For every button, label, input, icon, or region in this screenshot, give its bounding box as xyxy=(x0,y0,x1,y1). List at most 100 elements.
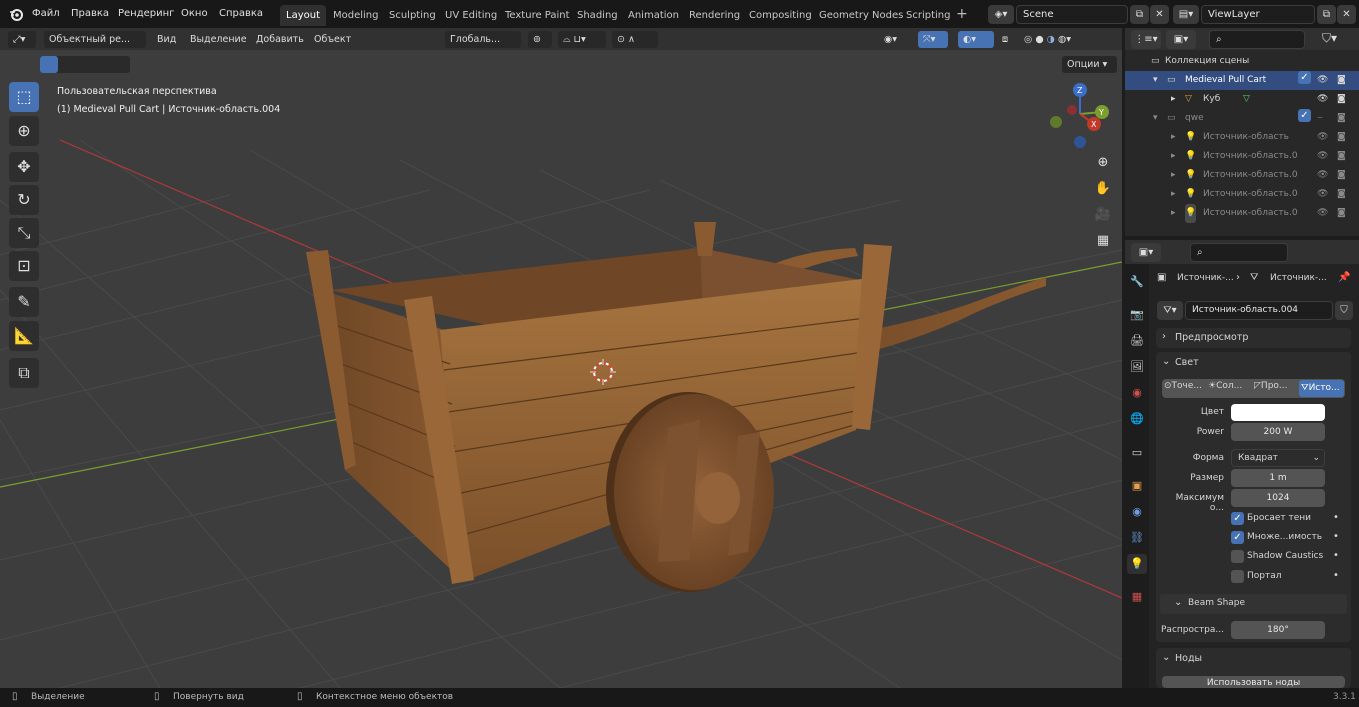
eye-icon[interactable]: 👁 xyxy=(1317,147,1328,166)
color-swatch[interactable] xyxy=(1231,404,1325,421)
add-cube-tool[interactable]: ⧉ xyxy=(9,358,39,388)
xray-icon[interactable]: ⧈ xyxy=(1002,31,1020,48)
shading-modes[interactable]: ◎ ● ◑ ◍▾ xyxy=(1024,31,1108,48)
use-nodes-button[interactable]: Использовать ноды xyxy=(1162,676,1345,688)
portal-checkbox[interactable] xyxy=(1231,570,1244,583)
camera-icon[interactable]: ◙ xyxy=(1337,204,1346,223)
world-tab-icon[interactable]: 🌐 xyxy=(1127,409,1147,429)
camera-icon[interactable]: ◙ xyxy=(1337,166,1346,185)
menu-edit[interactable]: Правка xyxy=(71,0,109,28)
3d-viewport[interactable] xyxy=(0,28,1122,688)
scene-tab-icon[interactable]: ◉ xyxy=(1127,383,1147,403)
annotate-tool[interactable]: ✎ xyxy=(9,287,39,317)
tab-shading[interactable]: Shading xyxy=(571,5,624,26)
delete-view-layer-icon[interactable]: ✕ xyxy=(1337,5,1356,24)
menu-help[interactable]: Справка xyxy=(219,0,263,28)
physics-tab-icon[interactable]: ◉ xyxy=(1127,502,1147,522)
keyframe-dot-icon[interactable]: • xyxy=(1333,531,1339,542)
eye-icon[interactable]: 👁 xyxy=(1317,128,1328,147)
outliner-row[interactable]: ▸ 💡 Источник-область.0 👁 ◙ xyxy=(1125,166,1359,185)
perspective-toggle-icon[interactable]: ▦ xyxy=(1091,229,1115,253)
keyframe-dot-icon[interactable]: • xyxy=(1333,512,1339,523)
outliner-filter-icon[interactable]: ⛉▾ xyxy=(1322,31,1337,46)
transform-orientation-dropdown[interactable]: Глобаль... xyxy=(445,31,521,48)
menu-view[interactable]: Вид xyxy=(157,31,176,48)
visibility-icon[interactable]: ◉▾ xyxy=(884,31,912,48)
outliner-row[interactable]: ▾ ▭ Medieval Pull Cart ✓ 👁 ◙ xyxy=(1125,71,1359,90)
spread-field[interactable]: 180° xyxy=(1231,621,1325,639)
view-layer-field[interactable]: ViewLayer xyxy=(1201,5,1315,24)
camera-icon[interactable]: ◙ xyxy=(1337,109,1346,128)
outliner-editor-type-icon[interactable]: ⋮≡▾ xyxy=(1131,30,1161,49)
scene-selector-icon[interactable]: ◈▾ xyxy=(988,5,1014,24)
keyframe-dot-icon[interactable]: • xyxy=(1333,550,1339,561)
material-shading-icon[interactable]: ◑ xyxy=(1047,34,1055,45)
outliner-search-input[interactable]: ⌕ xyxy=(1209,30,1305,49)
solid-shading-icon[interactable]: ● xyxy=(1035,34,1043,45)
menu-object[interactable]: Объект xyxy=(314,31,351,48)
scene-name-field[interactable]: Scene xyxy=(1016,5,1128,24)
expand-arrow-icon[interactable]: ⌄ xyxy=(1162,652,1170,663)
shape-dropdown[interactable]: Квадрат ⌄ xyxy=(1231,449,1325,467)
expand-arrow-icon[interactable]: ▸ xyxy=(1171,147,1176,166)
exclude-checkbox[interactable]: ✓ xyxy=(1298,71,1311,84)
navigation-gizmo[interactable]: Z Y X xyxy=(1046,80,1114,150)
beam-shape-subpanel[interactable]: ⌄ Beam Shape xyxy=(1160,594,1347,614)
shadow-caustics-checkbox[interactable] xyxy=(1231,550,1244,563)
blender-logo-icon[interactable] xyxy=(9,7,23,21)
scale-tool[interactable]: ⤡ xyxy=(9,218,39,248)
expand-arrow-icon[interactable]: ▸ xyxy=(1171,185,1176,204)
view-layer-tab-icon[interactable]: 🖼 xyxy=(1127,357,1147,377)
menu-add[interactable]: Добавить xyxy=(256,31,304,48)
collection-tab-icon[interactable]: ▭ xyxy=(1127,443,1147,463)
light-type-area[interactable]: ⛛Исто... xyxy=(1299,380,1344,397)
outliner-row[interactable]: ▸ ▽ Куб ▽ 👁 ◙ xyxy=(1125,90,1359,109)
outliner-row[interactable]: ▸ 💡 Источник-область 👁 ◙ xyxy=(1125,128,1359,147)
eye-icon[interactable]: 👁 xyxy=(1317,90,1328,109)
zoom-icon[interactable]: ⊕ xyxy=(1091,151,1115,175)
tab-geometry-nodes[interactable]: Geometry Nodes xyxy=(813,5,909,26)
camera-icon[interactable]: ◙ xyxy=(1337,147,1346,166)
tab-animation[interactable]: Animation xyxy=(622,5,685,26)
tab-modeling[interactable]: Modeling xyxy=(327,5,385,26)
cast-shadow-checkbox[interactable]: ✓ xyxy=(1231,512,1244,525)
expand-arrow-icon[interactable]: ▾ xyxy=(1153,109,1158,128)
keyframe-dot-icon[interactable]: • xyxy=(1333,570,1339,581)
measure-tool[interactable]: 📐 xyxy=(9,321,39,351)
tab-compositing[interactable]: Compositing xyxy=(743,5,818,26)
camera-icon[interactable]: ◙ xyxy=(1337,128,1346,147)
select-box-tool[interactable]: ⬚ xyxy=(9,82,39,112)
eye-icon[interactable]: 👁 xyxy=(1317,71,1328,90)
outliner-row[interactable]: ▸ 💡 Источник-область.0 👁 ◙ xyxy=(1125,185,1359,204)
proportional-editing-icon[interactable]: ⊙ ∧ xyxy=(612,31,658,48)
rotate-tool[interactable]: ↻ xyxy=(9,185,39,215)
datablock-name-field[interactable]: Источник-область.004 xyxy=(1185,301,1333,320)
select-mode-buttons[interactable] xyxy=(40,56,130,73)
render-tab-icon[interactable]: 📷 xyxy=(1127,305,1147,325)
new-scene-icon[interactable]: ⧉ xyxy=(1130,5,1149,24)
options-dropdown[interactable]: Опции ▾ xyxy=(1062,56,1117,73)
tab-layout[interactable]: Layout xyxy=(280,5,326,26)
eye-icon[interactable]: 👁 xyxy=(1317,166,1328,185)
constraints-tab-icon[interactable]: ⛓ xyxy=(1127,528,1147,548)
move-tool[interactable]: ✥ xyxy=(9,152,39,182)
fake-user-icon[interactable]: ⛉ xyxy=(1335,301,1353,320)
tab-texture-paint[interactable]: Texture Paint xyxy=(499,5,576,26)
outliner-row[interactable]: ▾ ▭ qwe ✓ ⌣ ◙ xyxy=(1125,109,1359,128)
properties-search-input[interactable]: ⌕ xyxy=(1190,243,1288,262)
select-new-icon[interactable] xyxy=(40,56,58,73)
tab-sculpting[interactable]: Sculpting xyxy=(383,5,442,26)
outliner-display-mode-icon[interactable]: ▣▾ xyxy=(1166,30,1196,49)
pin-icon[interactable]: 📌 xyxy=(1338,272,1350,283)
eye-icon[interactable]: 👁 xyxy=(1317,185,1328,204)
menu-window[interactable]: Окно xyxy=(181,0,208,28)
transform-tool[interactable]: ⊡ xyxy=(9,251,39,281)
menu-select[interactable]: Выделение xyxy=(190,31,247,48)
tab-uv-editing[interactable]: UV Editing xyxy=(439,5,503,26)
properties-editor-type-icon[interactable]: ▣▾ xyxy=(1131,243,1161,262)
add-workspace-icon[interactable]: + xyxy=(956,6,968,22)
expand-arrow-icon[interactable]: ▾ xyxy=(1153,71,1158,90)
output-tab-icon[interactable]: 🖨 xyxy=(1127,331,1147,351)
new-view-layer-icon[interactable]: ⧉ xyxy=(1317,5,1336,24)
exclude-checkbox[interactable]: ✓ xyxy=(1298,109,1311,122)
